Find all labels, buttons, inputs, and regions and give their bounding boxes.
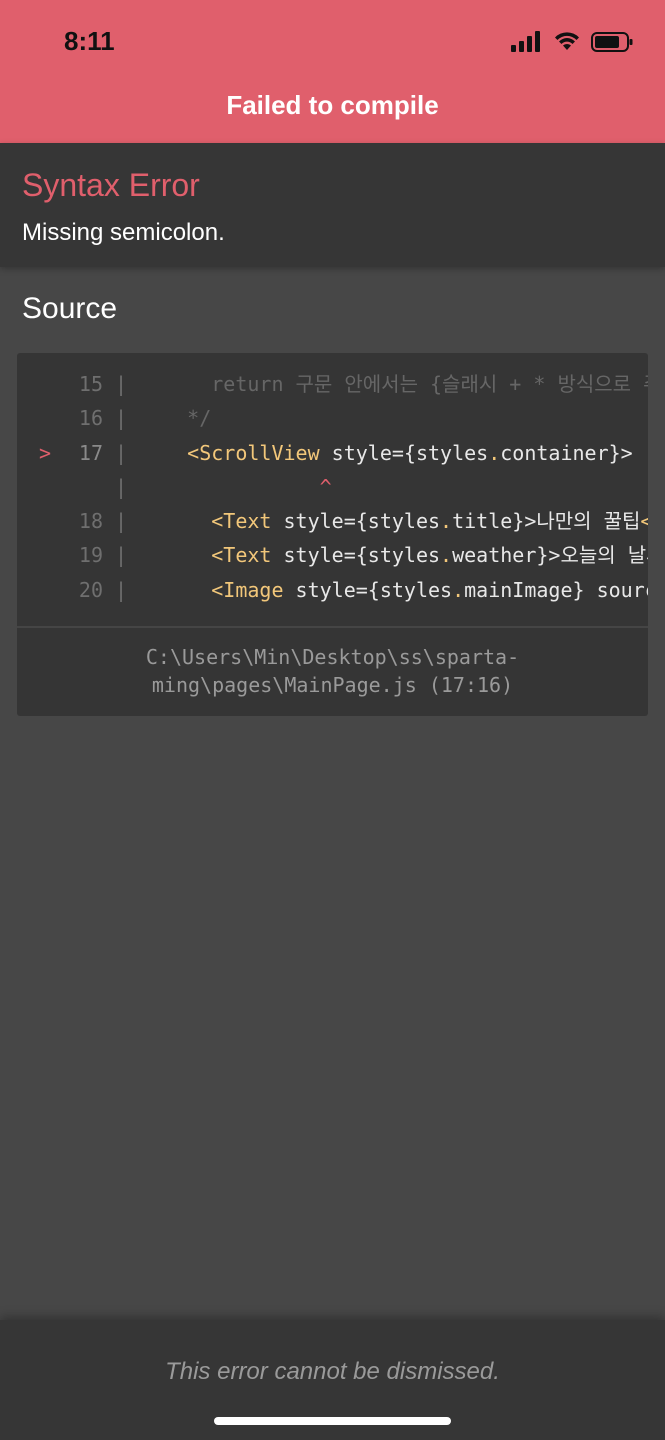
code-token: <Text: [211, 543, 272, 568]
code-token: style={styles: [319, 440, 489, 465]
code-line-text: <Text style={styles.weather}>오늘의 날씨: [139, 543, 648, 567]
code-frame: 15 | return 구문 안에서는 {슬래시 + * 방식으로 주석 16 | *…: [17, 353, 648, 716]
code-token: style={styles: [271, 543, 441, 568]
source-heading: Source: [22, 292, 118, 325]
code-line-text: ^: [139, 475, 332, 499]
code-line-marker: >: [38, 440, 51, 465]
file-path: C:\Users\Min\Desktop\ss\sparta- ming\pag…: [17, 643, 648, 699]
code-lines: 15 | return 구문 안에서는 {슬래시 + * 방식으로 주석 16 | *…: [17, 367, 648, 607]
code-token: <Text: [211, 509, 272, 534]
code-token: .: [440, 543, 453, 568]
code-line: 16 | */: [17, 401, 648, 435]
code-line: 20 | <Image style={styles.mainImage} sour…: [17, 573, 648, 607]
battery-icon: [591, 32, 633, 52]
code-token: container}>: [500, 440, 633, 465]
code-token: .: [452, 577, 465, 602]
code-line-number: 19: [78, 543, 103, 568]
code-line-separator: |: [114, 406, 128, 431]
code-line-number: 15: [78, 372, 103, 396]
code-line: 15 | return 구문 안에서는 {슬래시 + * 방식으로 주석: [17, 367, 648, 401]
code-line: 19 | <Text style={styles.weather}>오늘의 날씨: [17, 538, 648, 572]
code-line-number: 16: [78, 406, 103, 431]
code-token: weather}>오늘의 날씨: [452, 543, 648, 568]
code-token: <ScrollView: [187, 440, 320, 465]
code-line-separator: |: [114, 577, 128, 602]
cellular-signal-icon: [511, 31, 540, 52]
error-footer: This error cannot be dismissed.: [0, 1320, 665, 1440]
code-token: <: [640, 509, 648, 534]
file-path-line-2: ming\pages\MainPage.js (17:16): [151, 673, 514, 697]
code-line-number: 20: [78, 577, 103, 602]
code-line-text: return 구문 안에서는 {슬래시 + * 방식으로 주석: [139, 372, 648, 396]
code-line: 18 | <Text style={styles.title}>나만의 꿀팁<: [17, 504, 648, 538]
error-header: 8:11 Failed to compile: [0, 0, 665, 143]
code-line-separator: |: [114, 474, 128, 499]
home-indicator[interactable]: [214, 1417, 451, 1425]
code-line-text: <ScrollView style={styles.container}>: [139, 441, 633, 465]
status-time: 8:11: [64, 26, 115, 56]
code-line-separator: |: [114, 372, 128, 396]
code-token: ^: [319, 474, 332, 499]
code-token: title}>나만의 꿀팁: [452, 509, 641, 534]
code-line-number: 17: [78, 440, 103, 465]
code-line: | ^: [17, 470, 648, 504]
footer-message: This error cannot be dismissed.: [165, 1358, 500, 1385]
code-line-text: */: [139, 406, 211, 430]
code-token: return 구문 안에서는 {슬래시 + * 방식으로 주석: [139, 372, 648, 396]
error-summary: Syntax Error Missing semicolon.: [0, 143, 665, 267]
code-line-separator: |: [114, 440, 128, 465]
wifi-icon: [555, 32, 579, 50]
file-path-line-1: C:\Users\Min\Desktop\ss\sparta-: [145, 645, 520, 669]
status-icons: [503, 30, 633, 54]
code-line: >17 | <ScrollView style={styles.container…: [17, 436, 648, 470]
header-title: Failed to compile: [226, 90, 439, 120]
code-line-text: <Text style={styles.title}>나만의 꿀팁<: [139, 509, 648, 533]
error-title: Syntax Error: [22, 167, 200, 203]
code-line-separator: |: [114, 509, 128, 534]
code-token: .: [440, 509, 453, 534]
code-token: .: [488, 440, 501, 465]
code-line-number: 18: [78, 509, 103, 534]
code-line-text: <Image style={styles.mainImage} source: [139, 578, 648, 602]
code-token: */: [139, 406, 212, 431]
code-token: <Image: [211, 577, 284, 602]
code-token: style={styles: [283, 577, 453, 602]
code-token: style={styles: [271, 509, 441, 534]
code-token: mainImage} source: [464, 577, 648, 602]
code-divider: [17, 626, 648, 628]
error-message: Missing semicolon.: [22, 219, 225, 246]
code-line-separator: |: [114, 543, 128, 568]
